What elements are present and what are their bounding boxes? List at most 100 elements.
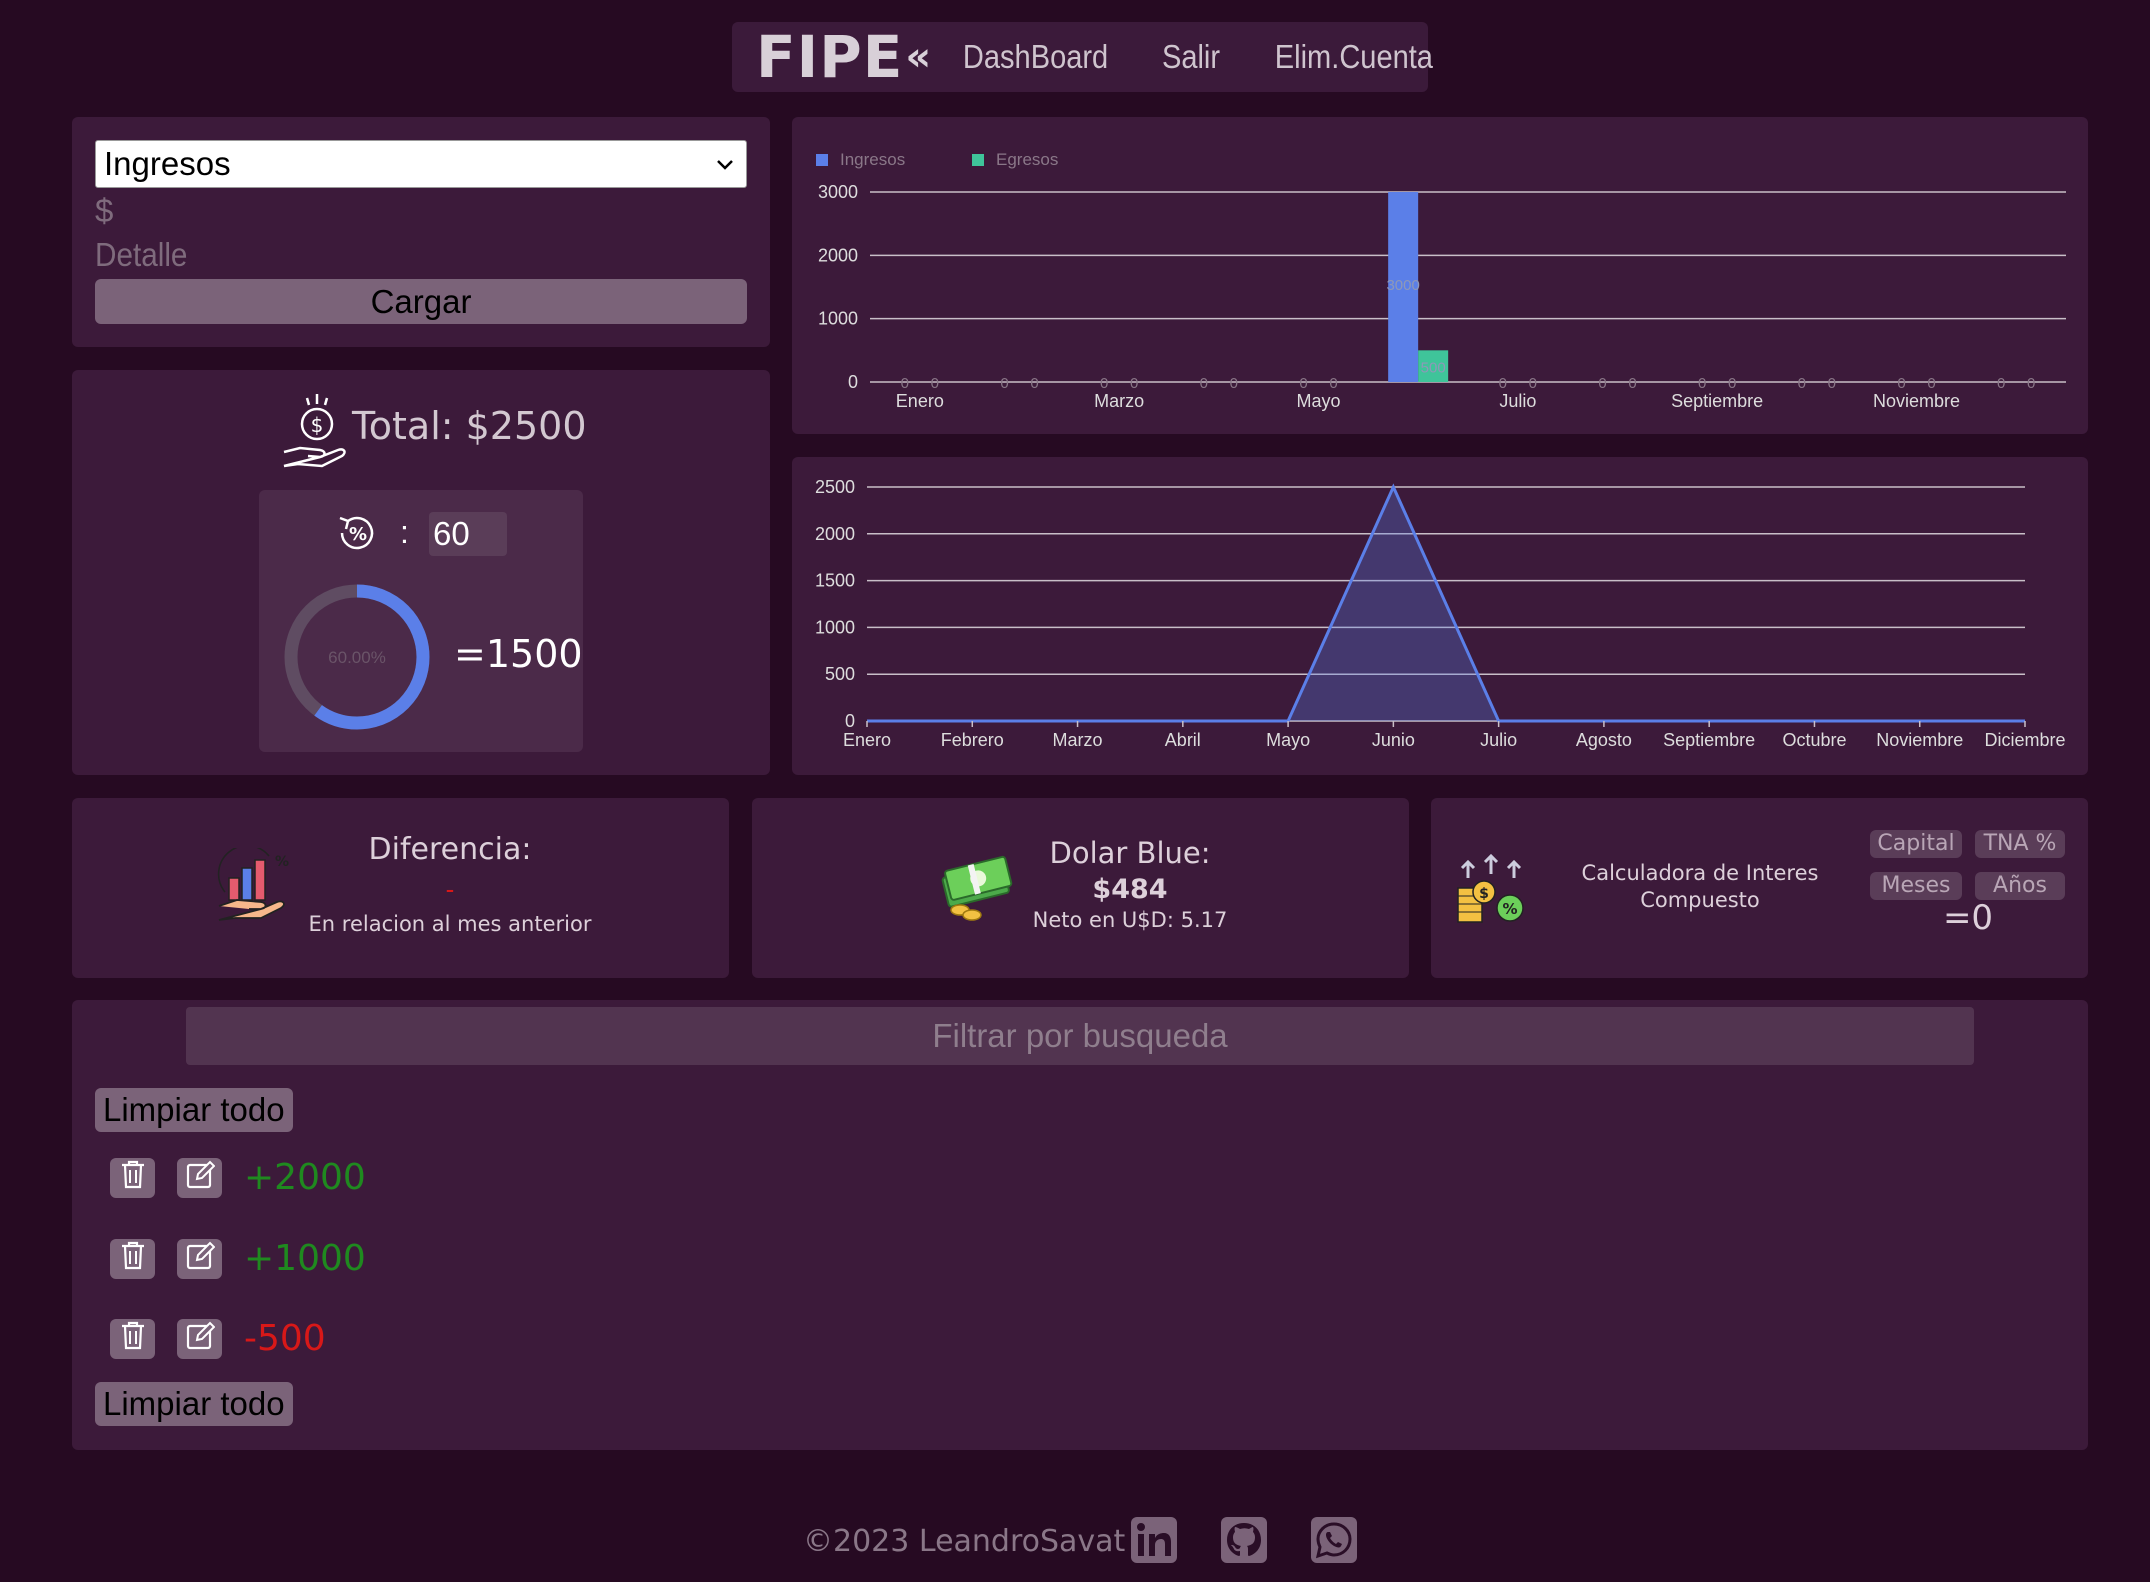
meses-input[interactable]: Meses	[1870, 872, 1962, 900]
clear-all-button-top[interactable]: Limpiar todo	[95, 1088, 293, 1132]
monthly-area-chart: 2500 2000 1500 1000 500 0Enero Febrero Marzo Abr…	[815, 477, 2066, 750]
list-item: +2000	[110, 1157, 366, 1198]
svg-text:%: %	[1502, 900, 1517, 918]
diferencia-value: -	[445, 874, 455, 904]
bar-data-label: 0	[1100, 375, 1108, 392]
footer-copyright: ©2023 LeandroSavat	[803, 1524, 1126, 1559]
svg-text:%: %	[349, 524, 367, 545]
whatsapp-icon[interactable]	[1311, 1517, 1357, 1563]
x-tick-label: Septiembre	[1671, 391, 1763, 411]
bar-data-label: 0	[1499, 375, 1507, 392]
bar-data-label: 0	[1200, 375, 1208, 392]
monthly-bar-chart: Ingresos Egresos 3000 2000 1000 0 0 0 0 0 0 0 0 0 0 0 30…	[816, 150, 2066, 411]
calculadora-title: Calculadora de Interes Compuesto	[1581, 861, 1819, 912]
dolar-neto: Neto en U$D: 5.17	[1032, 908, 1228, 932]
item-amount: +1000	[244, 1238, 366, 1279]
cargar-button[interactable]: Cargar	[95, 279, 747, 324]
x-tick-label: Agosto	[1576, 730, 1632, 750]
percent-input[interactable]: 60	[429, 512, 507, 556]
percent-result: =1500	[454, 632, 583, 676]
bar-data-label: 0	[1828, 375, 1836, 392]
x-tick-label: Mayo	[1266, 730, 1310, 750]
github-icon[interactable]	[1221, 1517, 1267, 1563]
money-hand-icon: $	[282, 392, 352, 473]
nav-eliminar-cuenta[interactable]: Elim.Cuenta	[1275, 38, 1433, 76]
legend-swatch-ingresos	[816, 154, 828, 166]
x-tick-label: Noviembre	[1876, 730, 1963, 750]
delete-button[interactable]	[110, 1157, 155, 1198]
x-tick-label: Julio	[1480, 730, 1517, 750]
nav-salir[interactable]: Salir	[1162, 38, 1220, 76]
anios-input[interactable]: Años	[1975, 872, 2065, 900]
bar-data-label: 0	[1698, 375, 1706, 392]
search-input[interactable]: Filtrar por busqueda	[186, 1007, 1974, 1065]
bar-data-label: 0	[1897, 375, 1905, 392]
list-item: +1000	[110, 1238, 366, 1279]
delete-button[interactable]	[110, 1318, 155, 1359]
x-tick-label: Abril	[1165, 730, 1201, 750]
donut-percent-label: 60.00%	[328, 648, 386, 667]
list-item: -500	[110, 1318, 326, 1359]
trash-icon	[120, 1241, 146, 1276]
type-select[interactable]: Ingresos	[95, 140, 747, 188]
tna-input[interactable]: TNA %	[1975, 830, 2065, 858]
type-select-value: Ingresos	[104, 145, 231, 182]
nav-dashboard[interactable]: DashBoard	[963, 38, 1108, 76]
y-tick-label: 0	[848, 372, 858, 392]
x-tick-label: Junio	[1372, 730, 1415, 750]
bar-data-label: 500	[1421, 359, 1446, 376]
x-tick-label: Septiembre	[1663, 730, 1755, 750]
calculadora-result: =0	[1942, 898, 1994, 938]
bar-data-label: 0	[1798, 375, 1806, 392]
x-tick-label: Diciembre	[1984, 730, 2065, 750]
bar-data-label: 0	[901, 375, 909, 392]
x-tick-label: Octubre	[1782, 730, 1846, 750]
y-tick-label: 0	[845, 711, 855, 731]
x-tick-label: Marzo	[1053, 730, 1103, 750]
bar-data-label: 0	[2027, 375, 2035, 392]
y-tick-label: 1000	[815, 617, 855, 637]
bar-data-label: 0	[1000, 375, 1008, 392]
y-tick-label: 2500	[815, 477, 855, 497]
bar-data-label: 0	[931, 375, 939, 392]
legend-label-ingresos: Ingresos	[840, 150, 905, 169]
percent-cycle-icon: %	[334, 510, 380, 561]
x-tick-label: Febrero	[941, 730, 1004, 750]
capital-input[interactable]: Capital	[1870, 830, 1962, 858]
y-tick-label: 2000	[815, 524, 855, 544]
x-tick-label: Enero	[843, 730, 891, 750]
item-amount: +2000	[244, 1157, 366, 1198]
y-tick-label: 500	[825, 664, 855, 684]
bar-data-label: 0	[1130, 375, 1138, 392]
linkedin-icon[interactable]	[1131, 1517, 1177, 1563]
x-tick-label: Noviembre	[1873, 391, 1960, 411]
bar-data-label: 3000	[1386, 277, 1419, 294]
bar-data-label: 0	[1299, 375, 1307, 392]
edit-button[interactable]	[177, 1157, 222, 1198]
edit-button[interactable]	[177, 1238, 222, 1279]
logo[interactable]: FIPE	[756, 23, 903, 91]
bar-data-label: 0	[1329, 375, 1337, 392]
detail-input[interactable]: Detalle	[95, 234, 682, 276]
delete-button[interactable]	[110, 1238, 155, 1279]
total-label: Total: $2500	[352, 404, 587, 448]
y-tick-label: 2000	[818, 245, 858, 265]
svg-text:$: $	[1479, 886, 1489, 902]
diferencia-title: Diferencia:	[368, 832, 532, 867]
bar-data-label: 0	[1997, 375, 2005, 392]
edit-button[interactable]	[177, 1318, 222, 1359]
edit-icon	[185, 1321, 215, 1356]
clear-all-button-bottom[interactable]: Limpiar todo	[95, 1382, 293, 1426]
bar-data-label: 0	[1927, 375, 1935, 392]
bar-data-label: 0	[1628, 375, 1636, 392]
trash-icon	[120, 1321, 146, 1356]
navbar: FIPE « DashBoard Salir Elim.Cuenta	[732, 22, 1433, 92]
bar-data-label: 0	[1598, 375, 1606, 392]
bar-data-label: 0	[1030, 375, 1038, 392]
y-tick-label: 1000	[818, 309, 858, 329]
amount-input[interactable]: $	[95, 190, 747, 232]
legend-label-egresos: Egresos	[996, 150, 1058, 169]
dolar-title: Dolar Blue:	[1049, 836, 1211, 870]
diferencia-subtitle: En relacion al mes anterior	[308, 912, 592, 936]
bar-data-label: 0	[1728, 375, 1736, 392]
